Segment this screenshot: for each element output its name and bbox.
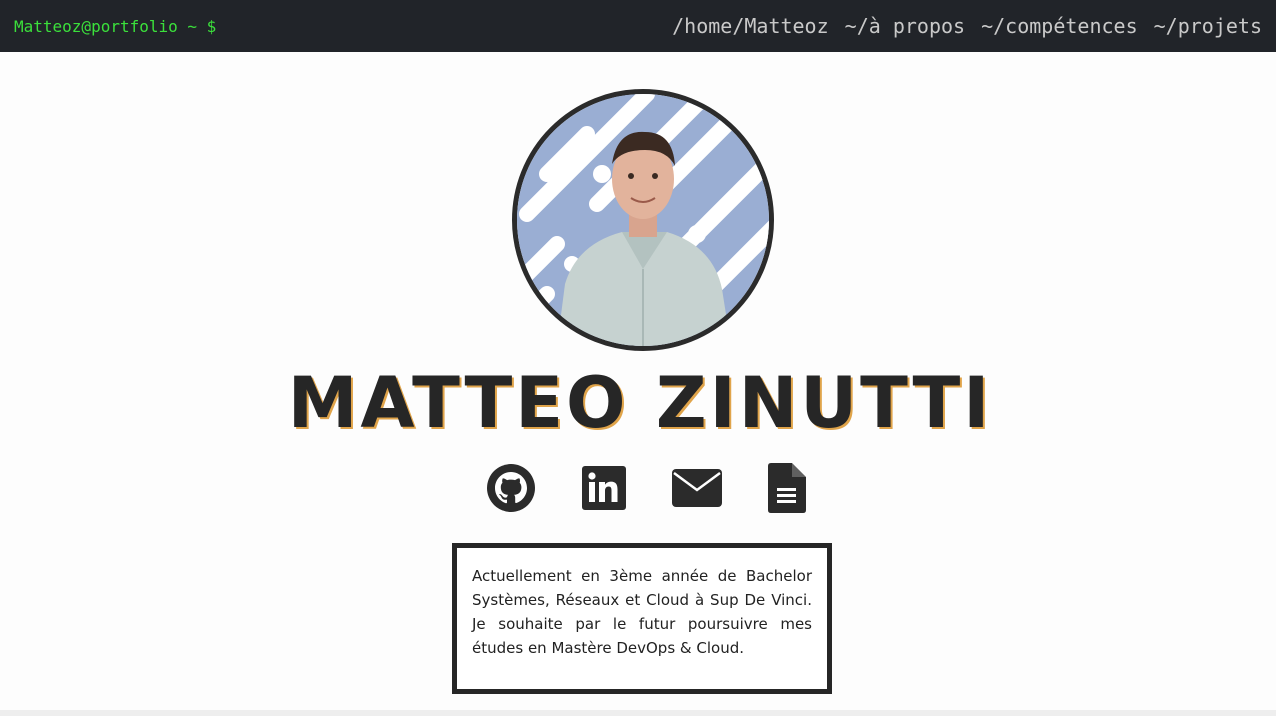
email-link[interactable] (672, 469, 722, 511)
github-icon (486, 463, 536, 517)
nav-link-projects[interactable]: ~/projets (1154, 14, 1262, 38)
resume-link[interactable] (768, 463, 806, 517)
nav-link-home[interactable]: /home/Matteoz (672, 14, 829, 38)
profile-name: MATTEO ZINUTTI (287, 362, 993, 444)
profile-avatar (512, 89, 774, 351)
terminal-prompt: Matteoz@portfolio ~ $ (14, 16, 217, 36)
bio-box: Actuellement en 3ème année de Bachelor S… (452, 543, 832, 694)
page-bottom-edge (0, 710, 1276, 716)
social-links (486, 463, 806, 517)
main-nav: /home/Matteoz ~/à propos ~/compétences ~… (672, 14, 1262, 38)
top-navigation-bar: Matteoz@portfolio ~ $ /home/Matteoz ~/à … (0, 0, 1276, 52)
github-link[interactable] (486, 463, 536, 517)
nav-link-skills[interactable]: ~/compétences (981, 14, 1138, 38)
bio-text: Actuellement en 3ème année de Bachelor S… (472, 567, 812, 657)
mail-icon (672, 469, 722, 511)
linkedin-link[interactable] (582, 466, 626, 514)
linkedin-icon (582, 466, 626, 514)
nav-link-about[interactable]: ~/à propos (845, 14, 965, 38)
document-icon (768, 463, 806, 517)
